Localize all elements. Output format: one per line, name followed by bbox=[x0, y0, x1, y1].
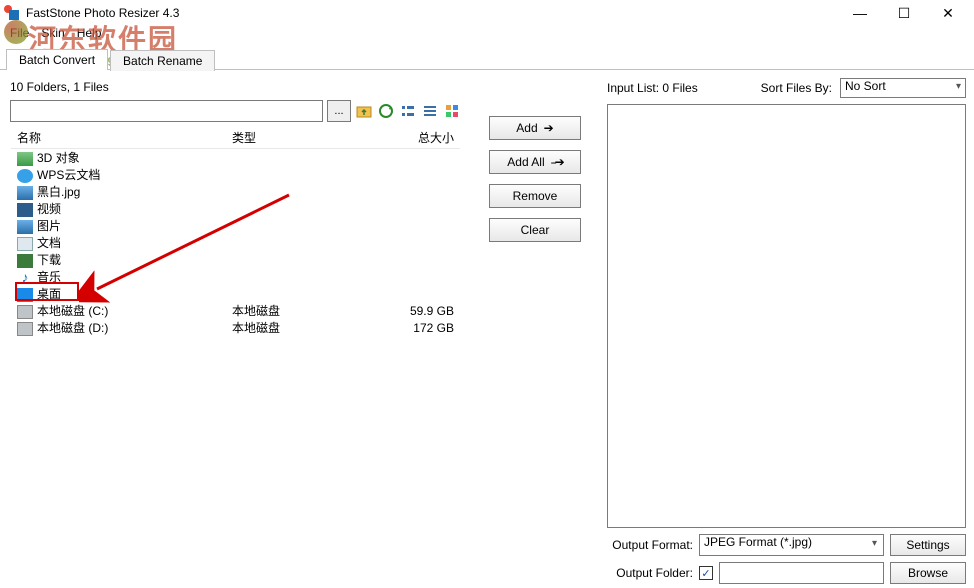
list-item[interactable]: 桌面 bbox=[11, 285, 460, 302]
disk-icon bbox=[17, 322, 33, 336]
list-item[interactable]: ♪ 音乐 bbox=[11, 268, 460, 285]
col-header-type[interactable]: 类型 bbox=[226, 127, 376, 148]
item-name: 图片 bbox=[37, 219, 61, 233]
list-item[interactable]: 3D 对象 bbox=[11, 149, 460, 166]
title-bar: FastStone Photo Resizer 4.3 — ☐ ✕ bbox=[0, 0, 974, 26]
item-name: 本地磁盘 (D:) bbox=[37, 321, 108, 335]
settings-button[interactable]: Settings bbox=[890, 534, 966, 556]
doc-icon bbox=[17, 237, 33, 251]
output-folder-input[interactable] bbox=[719, 562, 884, 584]
add-all-button[interactable]: Add All--➔ bbox=[489, 150, 581, 174]
item-name: 本地磁盘 (C:) bbox=[37, 304, 108, 318]
music-icon: ♪ bbox=[17, 271, 33, 285]
img-icon bbox=[17, 186, 33, 200]
path-input[interactable] bbox=[10, 100, 323, 122]
menu-skin[interactable]: Skin bbox=[41, 26, 64, 46]
tab-batch-rename[interactable]: Batch Rename bbox=[110, 50, 215, 71]
item-name: 下载 bbox=[37, 253, 61, 267]
vid-icon bbox=[17, 203, 33, 217]
item-name: WPS云文档 bbox=[37, 168, 100, 182]
input-list-box[interactable] bbox=[607, 104, 966, 528]
img-icon bbox=[17, 220, 33, 234]
file-list[interactable]: 名称 类型 总大小 3D 对象 WPS云文档黑白.jpg 视频图片文档下载 ♪ 音乐桌面… bbox=[10, 126, 461, 584]
list-item[interactable]: 本地磁盘 (C:) 本地磁盘59.9 GB bbox=[11, 302, 460, 319]
output-folder-label: Output Folder: bbox=[607, 566, 693, 580]
output-format-select[interactable]: JPEG Format (*.jpg) bbox=[699, 534, 884, 556]
menu-help[interactable]: Help bbox=[77, 26, 102, 46]
app-icon bbox=[4, 5, 20, 21]
tab-bar: Batch Convert Batch Rename bbox=[0, 48, 974, 70]
list-item[interactable]: 文档 bbox=[11, 234, 460, 251]
item-name: 视频 bbox=[37, 202, 61, 216]
list-item[interactable]: 视频 bbox=[11, 200, 460, 217]
disk-icon bbox=[17, 305, 33, 319]
item-name: 文档 bbox=[37, 236, 61, 250]
list-item[interactable]: 下载 bbox=[11, 251, 460, 268]
col-header-size[interactable]: 总大小 bbox=[376, 127, 460, 148]
output-pane: Input List: 0 Files Sort Files By: No So… bbox=[599, 70, 974, 588]
item-name: 3D 对象 bbox=[37, 151, 80, 165]
minimize-button[interactable]: — bbox=[838, 0, 882, 26]
view-details-icon[interactable] bbox=[421, 102, 439, 120]
item-size: 59.9 GB bbox=[376, 304, 460, 318]
output-folder-checkbox[interactable]: ✓ bbox=[699, 566, 713, 580]
transfer-buttons: Add➔ Add All--➔ Remove Clear bbox=[471, 70, 599, 588]
maximize-button[interactable]: ☐ bbox=[882, 0, 926, 26]
add-button[interactable]: Add➔ bbox=[489, 116, 581, 140]
view-list-icon[interactable] bbox=[399, 102, 417, 120]
item-name: 黑白.jpg bbox=[37, 185, 80, 199]
folder-up-icon[interactable] bbox=[355, 102, 373, 120]
output-format-label: Output Format: bbox=[607, 538, 693, 552]
clear-button[interactable]: Clear bbox=[489, 218, 581, 242]
item-type: 本地磁盘 bbox=[226, 302, 376, 319]
list-item[interactable]: 本地磁盘 (D:) 本地磁盘172 GB bbox=[11, 319, 460, 336]
sort-select[interactable]: No Sort bbox=[840, 78, 966, 98]
list-item[interactable]: WPS云文档 bbox=[11, 166, 460, 183]
refresh-icon[interactable] bbox=[377, 102, 395, 120]
desk-icon bbox=[17, 288, 33, 302]
remove-button[interactable]: Remove bbox=[489, 184, 581, 208]
item-name: 音乐 bbox=[37, 270, 61, 284]
window-title: FastStone Photo Resizer 4.3 bbox=[26, 6, 179, 20]
folders-summary: 10 Folders, 1 Files bbox=[10, 80, 461, 94]
item-name: 桌面 bbox=[37, 287, 61, 301]
browse-output-button[interactable]: Browse bbox=[890, 562, 966, 584]
item-type: 本地磁盘 bbox=[226, 319, 376, 336]
tab-batch-convert[interactable]: Batch Convert bbox=[6, 49, 108, 70]
folder-icon bbox=[17, 152, 33, 166]
close-button[interactable]: ✕ bbox=[926, 0, 970, 26]
list-item[interactable]: 黑白.jpg bbox=[11, 183, 460, 200]
menu-bar: File Skin Help bbox=[0, 26, 974, 46]
sort-label: Sort Files By: bbox=[761, 81, 832, 95]
view-thumbnails-icon[interactable] bbox=[443, 102, 461, 120]
list-item[interactable]: 图片 bbox=[11, 217, 460, 234]
arrow-right-dashed-icon: --➔ bbox=[551, 155, 563, 169]
arrow-right-icon: ➔ bbox=[544, 121, 554, 135]
browse-path-button[interactable]: ... bbox=[327, 100, 351, 122]
source-pane: 10 Folders, 1 Files ... 名称 类型 总大小 3D 对象 W… bbox=[0, 70, 471, 588]
item-size: 172 GB bbox=[376, 321, 460, 335]
menu-file[interactable]: File bbox=[10, 26, 29, 46]
col-header-name[interactable]: 名称 bbox=[11, 127, 226, 148]
cloud-icon bbox=[17, 169, 33, 183]
dl-icon bbox=[17, 254, 33, 268]
input-list-label: Input List: 0 Files bbox=[607, 81, 698, 95]
